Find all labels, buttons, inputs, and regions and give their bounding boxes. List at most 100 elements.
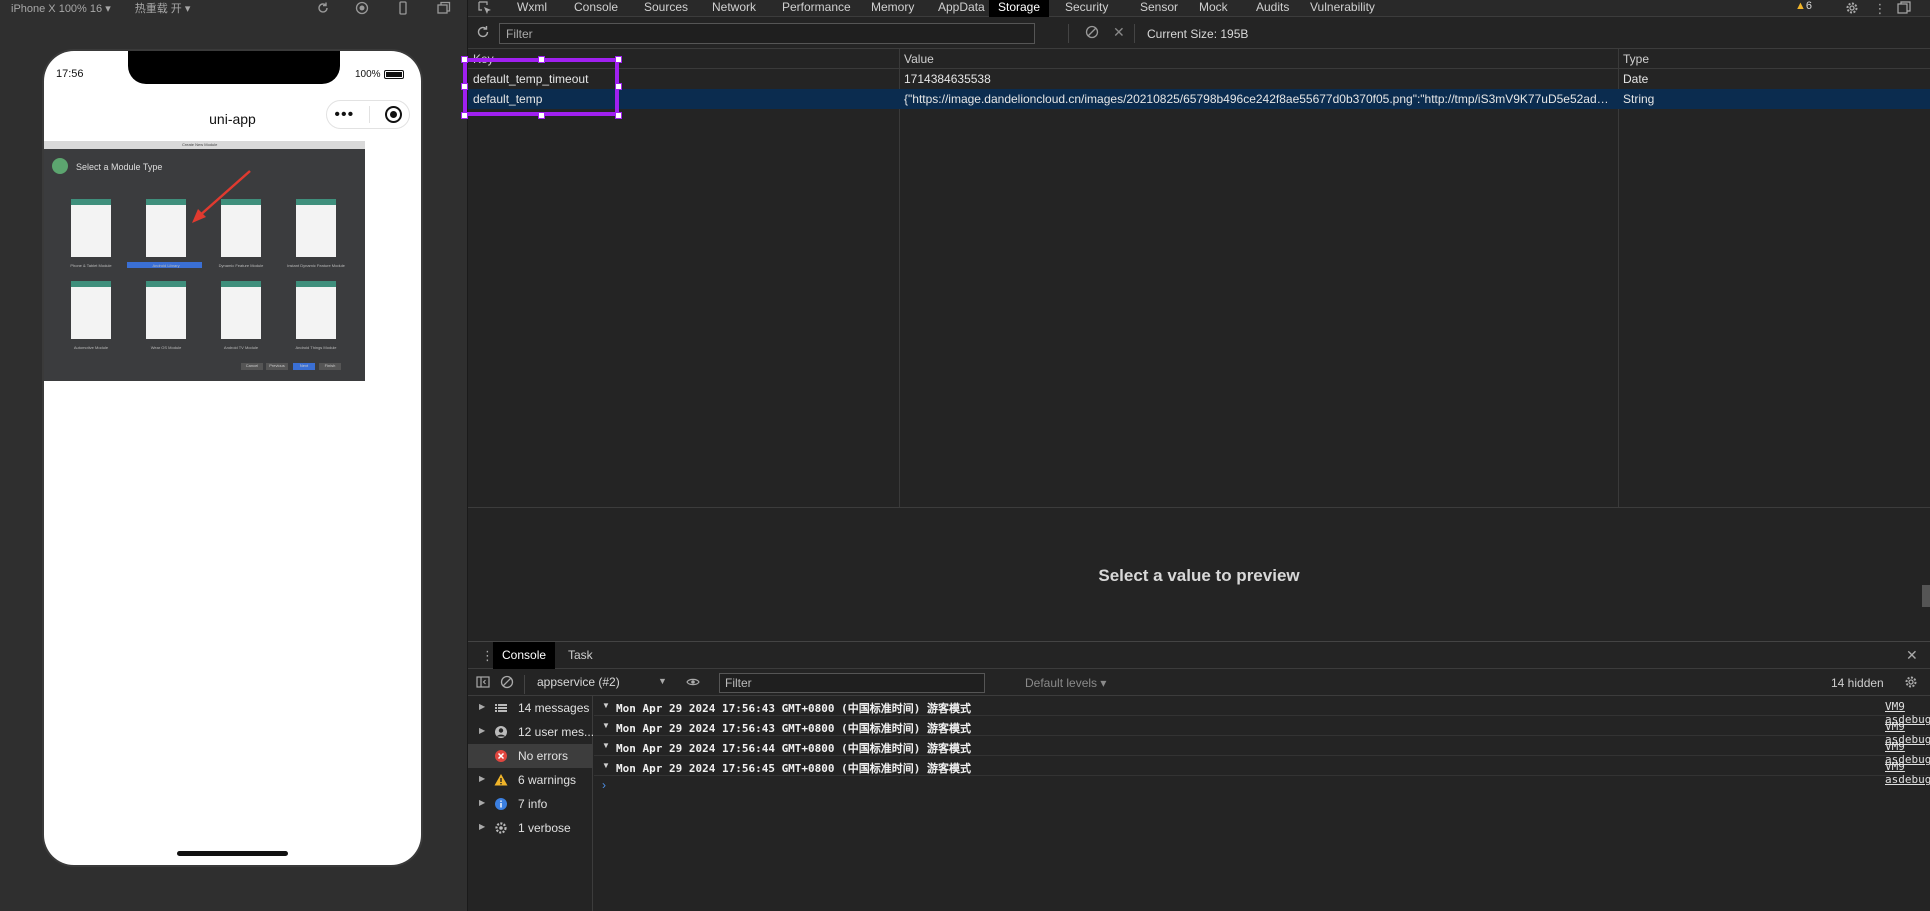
delete-selected-icon[interactable]: ✕ [1113,24,1125,41]
console-settings-gear-icon[interactable] [1904,675,1918,689]
dock-icon[interactable] [1897,1,1911,15]
devtools-panel: Wxml Console Sources Network Performance… [468,0,1930,911]
storage-table: Key Value Type default_temp_timeout 1714… [468,49,1930,507]
close-miniprogram-icon[interactable] [384,106,402,123]
user-icon [494,725,508,739]
expand-arrow-icon[interactable]: ▶ [479,726,485,735]
expand-caret-icon[interactable]: ▼ [602,741,610,750]
sidebar-item-user-messages[interactable]: ▶ 12 user mes... [468,720,594,744]
sidebar-item-info[interactable]: ▶ 7 info [468,792,593,816]
context-select[interactable]: appservice (#2) [537,675,620,689]
table-header: Key Value Type [468,49,1930,69]
tab-memory[interactable]: Memory [862,0,923,17]
warning-badge[interactable]: ▲6 [1795,0,1812,12]
record-icon[interactable] [355,1,369,15]
drawer-tabbar: ⋮ Console Task ✕ [468,642,1930,669]
sidebar-label: 7 info [518,797,548,811]
log-row[interactable]: ▼ Mon Apr 29 2024 17:56:43 GMT+0800 (中国标… [594,716,1930,746]
column-header-type[interactable]: Type [1623,52,1649,66]
module-card [146,199,186,257]
row-value: {"https://image.dandelioncloud.cn/images… [904,92,1612,106]
image-dialog-button: Previous [266,363,288,370]
more-icon[interactable]: ••• [334,106,354,122]
simulator-panel: iPhone X 100% 16 ▾ 热重载 开 ▾ 17:56 100% un… [0,0,468,911]
console-filter-input[interactable] [719,673,985,693]
module-card-label: Dynamic Feature Module [218,263,264,268]
row-type: String [1623,92,1655,106]
column-divider[interactable] [1618,49,1619,507]
tab-vulnerability[interactable]: Vulnerability [1301,0,1384,17]
sidebar-item-errors[interactable]: No errors [468,744,593,768]
column-header-value[interactable]: Value [904,52,934,66]
expand-arrow-icon[interactable]: ▶ [479,702,485,711]
tab-appdata[interactable]: AppData [929,0,994,17]
refresh-icon[interactable] [476,25,490,39]
tab-mock[interactable]: Mock [1190,0,1237,17]
tab-security[interactable]: Security [1056,0,1117,17]
drawer-tab-task[interactable]: Task [559,642,602,669]
drawer-tab-console[interactable]: Console [493,642,556,669]
log-row[interactable]: ▼ Mon Apr 29 2024 17:56:45 GMT+0800 (中国标… [594,756,1930,786]
expand-caret-icon[interactable]: ▼ [602,701,610,710]
toolbar-divider [524,675,525,694]
close-drawer-icon[interactable]: ✕ [1906,647,1918,664]
status-time: 17:56 [56,68,84,80]
clear-all-icon[interactable] [1085,25,1099,39]
caret-down-icon[interactable]: ▼ [658,676,667,686]
table-row[interactable]: default_temp_timeout 1714384635538 Date [468,69,1930,89]
column-header-key[interactable]: Key [473,52,494,66]
column-divider[interactable] [899,49,900,507]
sidebar-item-warnings[interactable]: ▶ 6 warnings [468,768,593,792]
inspect-element-icon[interactable] [478,1,492,15]
settings-gear-icon[interactable] [1845,1,1859,15]
module-card [71,199,111,257]
storage-filter-input[interactable] [499,23,1035,44]
device-select[interactable]: iPhone X 100% 16 ▾ [11,2,111,15]
module-card [221,199,261,257]
refresh-compile-icon[interactable] [316,1,330,15]
live-expression-eye-icon[interactable] [686,675,700,689]
detach-window-icon[interactable] [437,1,451,15]
log-levels-select[interactable]: Default levels ▾ [1025,676,1106,690]
expand-caret-icon[interactable]: ▼ [602,761,610,770]
home-indicator [177,851,288,856]
image-dialog-title: Select a Module Type [76,162,163,172]
expand-arrow-icon[interactable]: ▶ [479,798,485,807]
phone-icon[interactable] [396,1,410,15]
tab-console[interactable]: Console [565,0,627,17]
tab-performance[interactable]: Performance [773,0,860,17]
module-card-label: Automotive Module [73,345,109,350]
value-preview-pane: Select a value to preview [468,507,1930,641]
toggle-sidebar-icon[interactable] [476,675,490,689]
list-icon [494,701,508,715]
tab-audits[interactable]: Audits [1247,0,1298,17]
expand-arrow-icon[interactable]: ▶ [479,774,485,783]
sidebar-label: 6 warnings [518,773,577,787]
image-dialog-button: Next [293,363,315,370]
sidebar-item-messages[interactable]: ▶ 14 messages [468,696,593,720]
sidebar-item-verbose[interactable]: ▶ 1 verbose [468,816,593,840]
tab-sensor[interactable]: Sensor [1131,0,1187,17]
scrollbar-thumb[interactable] [1922,585,1930,607]
tab-wxml[interactable]: Wxml [508,0,556,17]
capsule-divider [368,106,370,123]
tab-storage[interactable]: Storage [989,0,1049,17]
log-row[interactable]: ▼ Mon Apr 29 2024 17:56:44 GMT+0800 (中国标… [594,736,1930,766]
log-source-link[interactable]: VM9 asdebug.js:1 [1885,760,1930,786]
clear-console-icon[interactable] [500,675,514,689]
table-row-selected[interactable]: default_temp {"https://image.dandelioncl… [468,89,1930,109]
log-message: Mon Apr 29 2024 17:56:44 GMT+0800 (中国标准时… [616,742,972,755]
log-message: Mon Apr 29 2024 17:56:45 GMT+0800 (中国标准时… [616,762,972,775]
console-prompt-icon[interactable]: › [602,778,606,792]
tab-network[interactable]: Network [703,0,765,17]
module-card [146,281,186,339]
expand-arrow-icon[interactable]: ▶ [479,822,485,831]
module-card-label: Android TV Module [223,345,259,350]
expand-caret-icon[interactable]: ▼ [602,721,610,730]
more-vertical-icon[interactable]: ⋮ [1873,1,1887,16]
devtools-tabbar: Wxml Console Sources Network Performance… [468,0,1930,17]
log-row[interactable]: ▼ Mon Apr 29 2024 17:56:43 GMT+0800 (中国标… [594,696,1930,726]
hotreload-select[interactable]: 热重载 开 ▾ [135,0,191,16]
module-card [71,281,111,339]
tab-sources[interactable]: Sources [635,0,697,17]
